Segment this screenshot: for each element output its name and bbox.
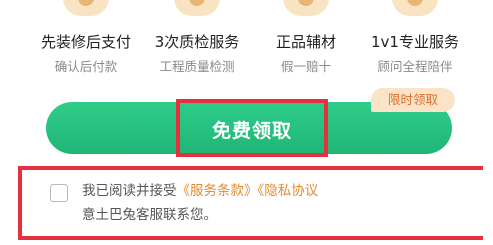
terms-link[interactable]: 《服务条款》 (177, 183, 258, 199)
feature-advisor: 1v1专业服务 顾问全程陪伴 (359, 0, 471, 80)
feature-title: 正品辅材 (275, 33, 336, 51)
feature-title: 1v1专业服务 (371, 33, 459, 51)
agreement-prefix: 我已阅读并接受 (82, 183, 177, 199)
feature-materials: 正品辅材 假一赔十 (250, 0, 362, 80)
claim-button-label: 免费领取 (211, 120, 292, 142)
feature-title: 3次质检服务 (154, 33, 240, 51)
agreement-suffix: 意土巴兔客服联系您。 (82, 207, 217, 223)
inspection-icon (174, 0, 220, 16)
feature-inspection: 3次质检服务 工程质量检测 (141, 0, 253, 80)
feature-subtitle: 确认后付款 (54, 59, 118, 74)
feature-row: 先装修后支付 确认后付款 3次质检服务 工程质量检测 正品辅材 假一赔十 1v1… (0, 0, 493, 80)
claim-button-highlight[interactable]: 免费领取 (176, 99, 328, 157)
text-fade-overlay (322, 170, 483, 236)
feature-subtitle: 假一赔十 (280, 59, 331, 74)
materials-icon (283, 0, 329, 16)
feature-pay-after: 先装修后支付 确认后付款 (30, 0, 142, 80)
agreement-highlight: 我已阅读并接受《服务条款》《隐私协议 意土巴兔客服联系您。 (18, 166, 483, 240)
limited-time-badge: 限时领取 (371, 88, 455, 112)
privacy-link[interactable]: 《隐私协议 (258, 183, 319, 199)
feature-subtitle: 顾问全程陪伴 (377, 59, 453, 74)
feature-title: 先装修后支付 (40, 33, 131, 51)
agreement-checkbox[interactable] (50, 184, 68, 202)
wallet-icon (63, 0, 109, 16)
feature-subtitle: 工程质量检测 (159, 59, 235, 74)
advisor-icon (392, 0, 438, 16)
